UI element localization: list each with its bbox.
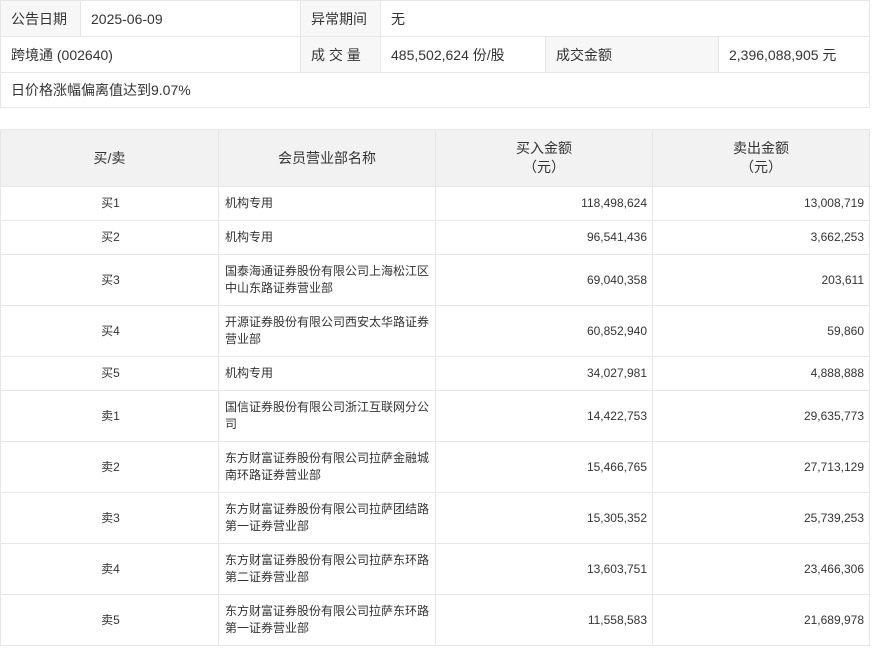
sell-amount-cell: 4,888,888 [652,356,870,391]
page: 公告日期 2025-06-09 异常期间 无 跨境通 (002640) 成 交 … [0,0,872,650]
announcement-row-reason: 日价格涨幅偏离值达到9.07% [0,72,871,108]
buy-amount-cell: 96,541,436 [435,220,653,255]
volume-label: 成 交 量 [300,36,381,73]
sell-amount-cell: 29,635,773 [652,390,870,442]
header-buy-amount-unit: （元） [523,159,565,175]
header-buy-amount-label: 买入金额 [516,140,572,156]
table-row: 买2 机构专用 96,541,436 3,662,253 [0,220,870,255]
branch-name-cell: 机构专用 [218,356,436,391]
header-branch-name: 会员营业部名称 [218,129,436,187]
side-cell: 买3 [0,254,219,306]
header-buy-amount: 买入金额 （元） [435,129,653,187]
amount-value: 2,396,088,905 元 [717,36,871,73]
buy-amount-cell: 14,422,753 [435,390,653,442]
table-row: 买5 机构专用 34,027,981 4,888,888 [0,356,870,391]
table-row: 卖4 东方财富证券股份有限公司拉萨东环路第二证券营业部 13,603,751 2… [0,543,870,595]
amount-label: 成交金额 [545,36,719,73]
side-cell: 卖5 [0,594,219,646]
buy-amount-cell: 15,305,352 [435,492,653,544]
trade-table-header: 买/卖 会员营业部名称 买入金额 （元） 卖出金额 （元） [0,129,870,187]
buy-amount-cell: 11,558,583 [435,594,653,646]
buy-amount-cell: 69,040,358 [435,254,653,306]
sell-amount-cell: 203,611 [652,254,870,306]
announce-date-label: 公告日期 [0,0,81,37]
branch-name-cell: 东方财富证券股份有限公司拉萨团结路第一证券营业部 [218,492,436,544]
header-side: 买/卖 [0,129,219,187]
buy-amount-cell: 15,466,765 [435,441,653,493]
branch-name-cell: 国泰海通证券股份有限公司上海松江区中山东路证券营业部 [218,254,436,306]
header-sell-amount-label: 卖出金额 [733,140,789,156]
branch-name-cell: 东方财富证券股份有限公司拉萨东环路第二证券营业部 [218,543,436,595]
announcement-table: 公告日期 2025-06-09 异常期间 无 跨境通 (002640) 成 交 … [0,0,871,108]
trade-table: 买/卖 会员营业部名称 买入金额 （元） 卖出金额 （元） 买1 机构专用 11… [0,129,870,646]
side-cell: 买1 [0,186,219,221]
side-cell: 买5 [0,356,219,391]
sell-amount-cell: 21,689,978 [652,594,870,646]
side-cell: 卖2 [0,441,219,493]
sell-amount-cell: 59,860 [652,305,870,357]
sell-amount-cell: 13,008,719 [652,186,870,221]
abnormal-period-value: 无 [379,0,871,37]
announce-date-value: 2025-06-09 [80,0,301,37]
buy-amount-cell: 34,027,981 [435,356,653,391]
stock-name: 跨境通 (002640) [0,36,301,73]
side-cell: 买4 [0,305,219,357]
header-sell-amount: 卖出金额 （元） [652,129,870,187]
branch-name-cell: 机构专用 [218,220,436,255]
side-cell: 买2 [0,220,219,255]
table-row: 买4 开源证券股份有限公司西安太华路证券营业部 60,852,940 59,86… [0,305,870,357]
sell-amount-cell: 25,739,253 [652,492,870,544]
header-sell-amount-unit: （元） [740,159,782,175]
table-row: 买1 机构专用 118,498,624 13,008,719 [0,186,870,221]
announcement-row-volume: 跨境通 (002640) 成 交 量 485,502,624 份/股 成交金额 … [0,36,871,73]
side-cell: 卖4 [0,543,219,595]
branch-name-cell: 东方财富证券股份有限公司拉萨金融城南环路证券营业部 [218,441,436,493]
sell-amount-cell: 3,662,253 [652,220,870,255]
deviation-reason: 日价格涨幅偏离值达到9.07% [0,72,871,108]
announcement-row-date: 公告日期 2025-06-09 异常期间 无 [0,0,871,37]
branch-name-cell: 开源证券股份有限公司西安太华路证券营业部 [218,305,436,357]
sell-amount-cell: 27,713,129 [652,441,870,493]
table-row: 卖2 东方财富证券股份有限公司拉萨金融城南环路证券营业部 15,466,765 … [0,441,870,493]
volume-value: 485,502,624 份/股 [380,36,546,73]
buy-amount-cell: 13,603,751 [435,543,653,595]
table-row: 卖1 国信证券股份有限公司浙江互联网分公司 14,422,753 29,635,… [0,390,870,442]
abnormal-period-label: 异常期间 [300,0,381,37]
table-row: 买3 国泰海通证券股份有限公司上海松江区中山东路证券营业部 69,040,358… [0,254,870,306]
buy-amount-cell: 60,852,940 [435,305,653,357]
branch-name-cell: 国信证券股份有限公司浙江互联网分公司 [218,390,436,442]
side-cell: 卖3 [0,492,219,544]
table-row: 卖3 东方财富证券股份有限公司拉萨团结路第一证券营业部 15,305,352 2… [0,492,870,544]
branch-name-cell: 东方财富证券股份有限公司拉萨东环路第一证券营业部 [218,594,436,646]
branch-name-cell: 机构专用 [218,186,436,221]
side-cell: 卖1 [0,390,219,442]
table-row: 卖5 东方财富证券股份有限公司拉萨东环路第一证券营业部 11,558,583 2… [0,594,870,646]
sell-amount-cell: 23,466,306 [652,543,870,595]
buy-amount-cell: 118,498,624 [435,186,653,221]
